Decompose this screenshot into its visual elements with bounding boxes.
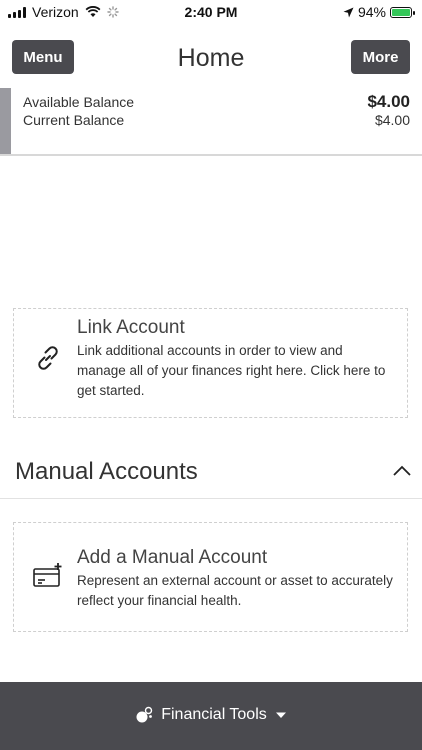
manual-accounts-header[interactable]: Manual Accounts (0, 450, 422, 499)
battery-level (392, 8, 410, 16)
current-balance-row: Current Balance $4.00 (23, 112, 410, 128)
link-account-card[interactable]: Link Account Link additional accounts in… (13, 308, 408, 418)
battery-percent: 94% (357, 4, 386, 20)
current-balance-value: $4.00 (374, 112, 410, 128)
add-manual-account-title: Add a Manual Account (77, 547, 268, 568)
card-add-icon (33, 563, 62, 587)
financial-tools-icon (136, 706, 153, 723)
manual-accounts-title: Manual Accounts (15, 458, 198, 485)
battery-icon (390, 6, 415, 18)
link-icon (38, 346, 58, 370)
available-balance-label: Available Balance (23, 94, 135, 110)
more-button[interactable]: More (351, 40, 410, 74)
bottom-bar: Financial Tools (0, 682, 422, 750)
status-right: 94% (343, 4, 415, 20)
financial-tools-label: Financial Tools (161, 706, 267, 723)
available-balance-value: $4.00 (367, 92, 410, 111)
account-color-bar (0, 88, 11, 154)
add-manual-account-description: Represent an external account or asset t… (77, 573, 393, 608)
add-manual-account-card[interactable]: Add a Manual Account Represent an extern… (13, 522, 408, 632)
chevron-up-icon[interactable] (392, 464, 412, 478)
location-arrow-icon (343, 7, 354, 17)
caret-down-icon (275, 712, 286, 718)
financial-tools-button[interactable]: Financial Tools (0, 706, 422, 724)
status-bar: Verizon 2:40 PM 94% (0, 0, 422, 24)
link-account-title: Link Account (77, 317, 185, 338)
available-balance-row: Available Balance $4.00 (23, 92, 410, 112)
link-account-description: Link additional accounts in order to vie… (77, 343, 386, 398)
nav-bar: Menu Home More (0, 28, 422, 88)
current-balance-label: Current Balance (23, 112, 125, 128)
account-balance-card[interactable]: Available Balance $4.00 Current Balance … (0, 88, 422, 156)
